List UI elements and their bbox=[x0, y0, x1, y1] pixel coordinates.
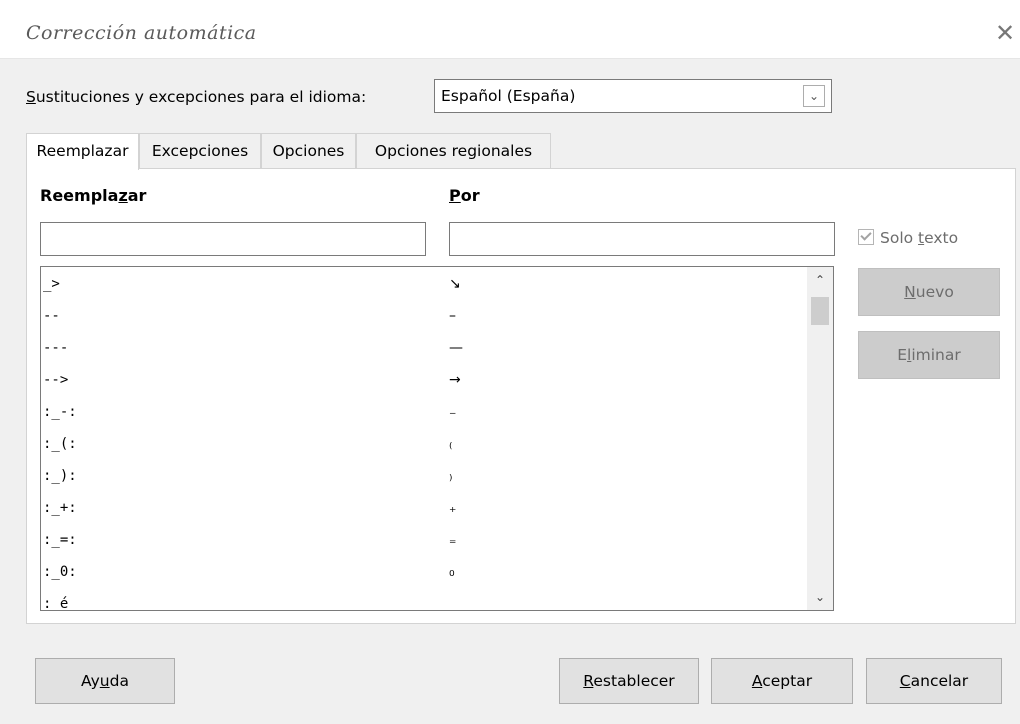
with-input[interactable] bbox=[449, 222, 835, 256]
with-column-header: Por bbox=[449, 186, 480, 205]
dialog-title: Corrección automática bbox=[26, 22, 257, 44]
scroll-up-icon[interactable]: ⌃ bbox=[807, 269, 833, 291]
list-item[interactable]: :_=: ₌ bbox=[41, 523, 807, 555]
tab-excepciones[interactable]: Excepciones bbox=[139, 133, 261, 169]
list-item[interactable]: :_é bbox=[41, 587, 807, 610]
list-item[interactable]: -- – bbox=[41, 299, 807, 331]
list-item[interactable]: :_-: ₋ bbox=[41, 395, 807, 427]
list-item[interactable]: :_(: ₍ bbox=[41, 427, 807, 459]
reset-button[interactable]: Restablecer bbox=[559, 658, 699, 704]
tab-reemplazar[interactable]: Reemplazar bbox=[26, 133, 139, 170]
cancel-button[interactable]: Cancelar bbox=[866, 658, 1002, 704]
delete-button[interactable]: Eliminar bbox=[858, 331, 1000, 379]
ok-button[interactable]: Aceptar bbox=[711, 658, 853, 704]
chevron-down-icon[interactable]: ⌄ bbox=[803, 85, 825, 107]
list-item[interactable]: --> → bbox=[41, 363, 807, 395]
checkbox-checked-icon[interactable] bbox=[858, 229, 874, 245]
list-item[interactable]: :_0: ₀ bbox=[41, 555, 807, 587]
scroll-down-icon[interactable]: ⌄ bbox=[807, 586, 833, 608]
replace-column-header: Reemplazar bbox=[40, 186, 147, 205]
scroll-thumb[interactable] bbox=[811, 297, 829, 325]
tab-opciones[interactable]: Opciones bbox=[261, 133, 356, 169]
replacement-list[interactable]: _> ↘ -- – --- — --> → :_-: ₋ :_(: ₍ :_): ₎ :_+:… bbox=[40, 266, 834, 611]
replace-input[interactable] bbox=[40, 222, 426, 256]
list-item[interactable]: :_): ₎ bbox=[41, 459, 807, 491]
language-selected: Español (España) bbox=[441, 87, 576, 105]
language-label: Sustituciones y excepciones para el idio… bbox=[26, 88, 367, 106]
list-item[interactable]: :_+: ₊ bbox=[41, 491, 807, 523]
tab-opciones-regionales[interactable]: Opciones regionales bbox=[356, 133, 551, 169]
vertical-scrollbar[interactable]: ⌃ ⌄ bbox=[807, 267, 833, 610]
new-button[interactable]: Nuevo bbox=[858, 268, 1000, 316]
close-icon[interactable]: ✕ bbox=[990, 18, 1020, 48]
list-item[interactable]: _> ↘ bbox=[41, 267, 807, 299]
language-select[interactable]: Español (España) ⌄ bbox=[434, 79, 832, 113]
help-button[interactable]: Ayuda bbox=[35, 658, 175, 704]
text-only-checkbox[interactable]: Solo texto bbox=[858, 229, 958, 247]
title-bar: Corrección automática ✕ bbox=[0, 0, 1020, 59]
list-item[interactable]: --- — bbox=[41, 331, 807, 363]
